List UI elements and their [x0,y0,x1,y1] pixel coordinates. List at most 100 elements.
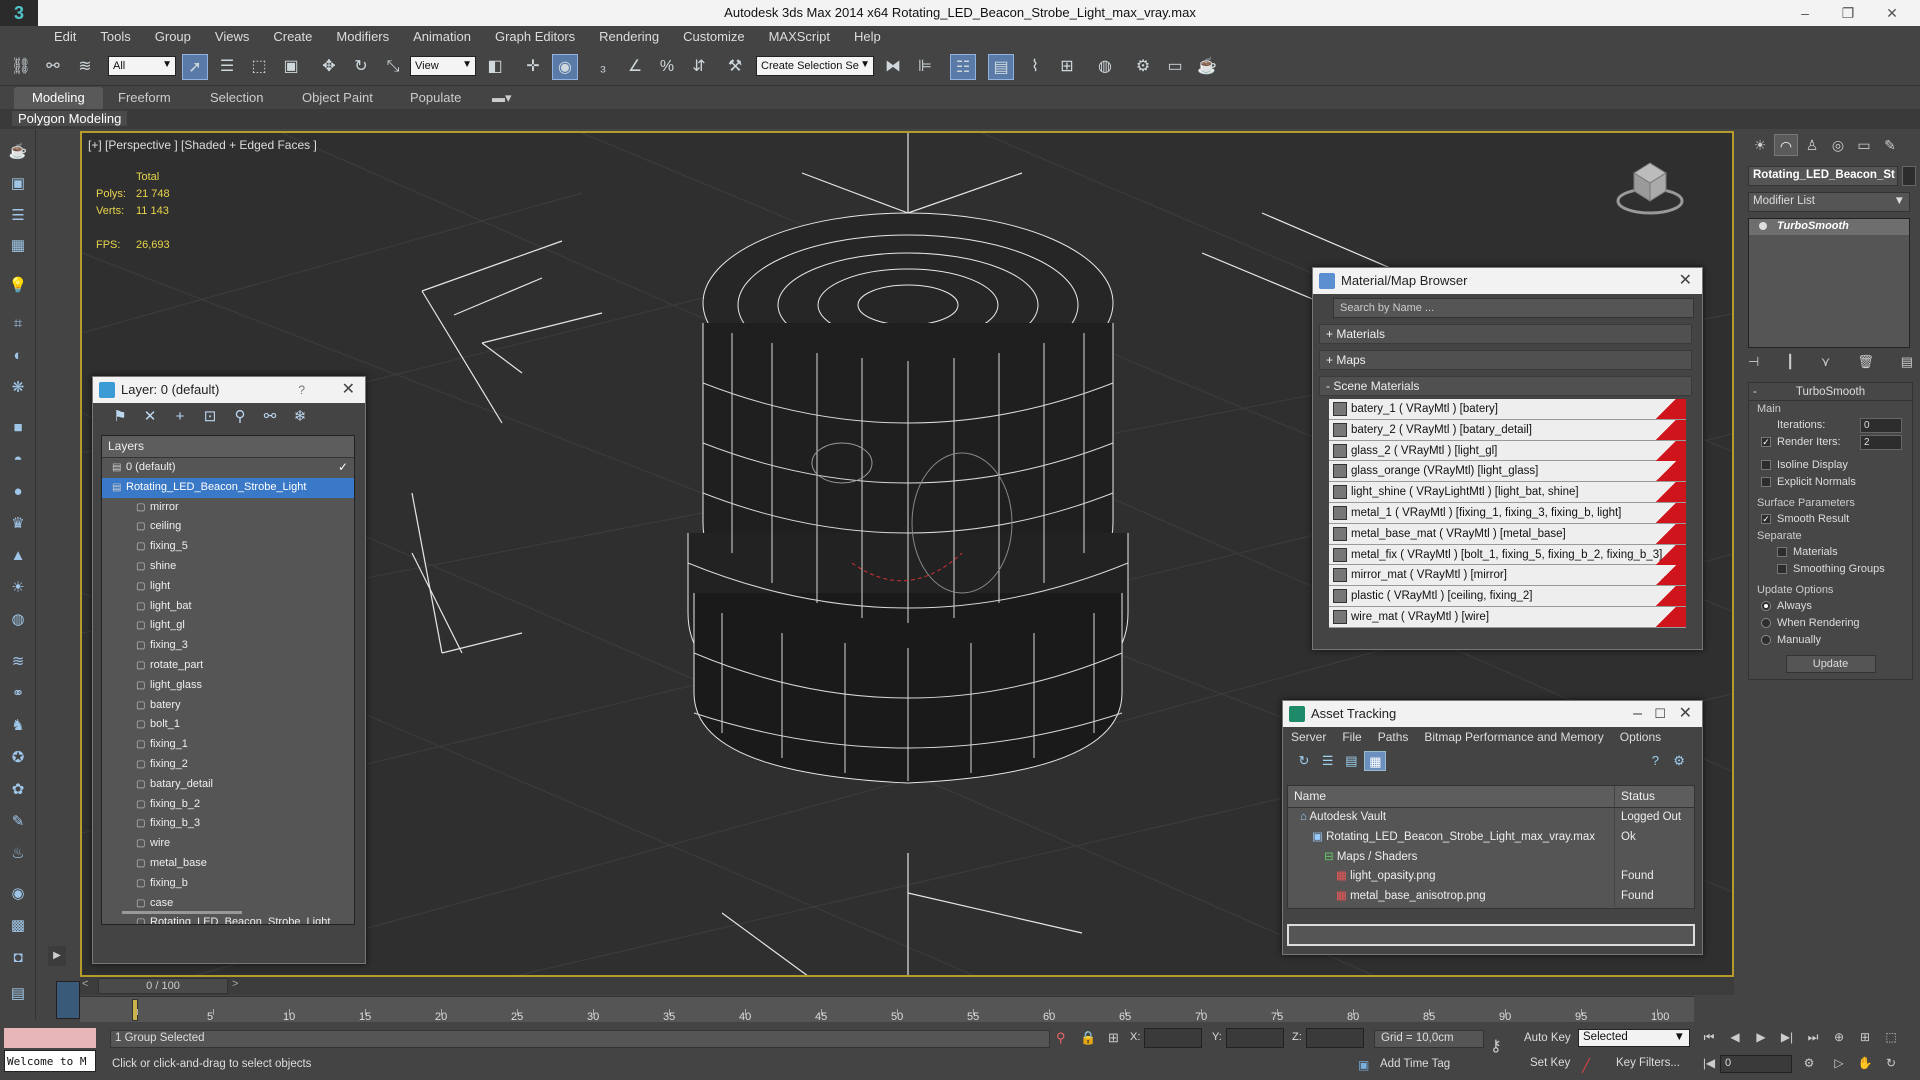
section-maps[interactable]: + Maps [1319,350,1692,370]
maxscript-listener-output[interactable] [4,1028,96,1048]
selection-lock-icon[interactable]: 🔒 [1080,1030,1096,1046]
menu-maxscript[interactable]: MAXScript [757,26,842,48]
menu-animation[interactable]: Animation [401,26,483,48]
hide-all-layers-icon[interactable]: ⚯ [255,403,285,431]
select-objects-in-layer-icon[interactable]: ⊡ [195,403,225,431]
zoom-all-icon[interactable]: ⊞ [1856,1030,1874,1048]
material-editor-icon[interactable]: ◍ [1092,54,1118,80]
ribbon-options-icon[interactable]: ▬▾ [482,90,522,106]
material-item[interactable]: metal_fix ( VRayMtl ) [bolt_1, fixing_5,… [1329,544,1686,566]
scene-explorer-icon[interactable]: ☰ [6,204,30,228]
sun-icon[interactable]: ☀ [6,576,30,600]
new-layer-icon[interactable]: ⚑ [105,403,135,431]
time-slider-prev-icon[interactable]: < [82,978,88,990]
select-manipulate-icon[interactable]: ✛ [520,54,546,80]
highlight-layer-icon[interactable]: ⚲ [225,403,255,431]
time-slider[interactable]: < 0 / 100 > [80,977,1734,995]
add-to-layer-icon[interactable]: + [165,403,195,431]
update-when-rendering-radio[interactable]: When Rendering [1749,615,1912,632]
separate-materials-option[interactable]: Materials [1749,544,1912,561]
box-icon[interactable]: ■ [6,416,30,440]
asset-menu-paths[interactable]: Paths [1378,730,1409,746]
layer-panel-titlebar[interactable]: Layer: 0 (default) ? ✕ [93,377,365,403]
previous-frame-icon[interactable]: ◀ [1726,1030,1744,1048]
crown-icon[interactable]: ♛ [6,512,30,536]
asset-row[interactable]: ▦ metal_base_anisotrop.png Found [1288,887,1694,907]
update-manually-radio[interactable]: Manually [1749,632,1912,649]
menu-create[interactable]: Create [261,26,324,48]
menu-rendering[interactable]: Rendering [587,26,671,48]
layer-row[interactable]: ▢ fixing_2 [102,755,354,775]
auto-key-button[interactable]: Auto Key [1524,1032,1571,1044]
reference-coordinate-dropdown[interactable]: View ▼ [410,56,476,76]
field-of-view-icon[interactable]: ▷ [1830,1056,1848,1074]
render-production-icon[interactable]: ☕ [1194,54,1220,80]
layer-row[interactable]: ▤ 0 (default) ✓ [102,458,354,478]
freeze-all-layers-icon[interactable]: ❄ [285,403,315,431]
update-always-radio[interactable]: Always [1749,598,1912,615]
layer-row[interactable]: ▢ metal_base [102,854,354,874]
hair-icon[interactable]: ✎ [6,810,30,834]
selection-filter-dropdown[interactable]: All ▼ [108,56,176,76]
window-crossing-icon[interactable]: ▣ [278,54,304,80]
tab-populate[interactable]: Populate [400,90,471,105]
show-end-result-icon[interactable]: ┃ [1786,354,1794,376]
asset-menu-file[interactable]: File [1342,730,1361,746]
plant-icon[interactable]: ✿ [6,778,30,802]
asset-row[interactable]: ⊟ Maps / Shaders [1288,847,1694,868]
select-by-name-icon[interactable]: ☰ [214,54,240,80]
light-bulb-icon[interactable]: 💡 [6,274,30,298]
key-selection-dropdown[interactable]: Selected ▼ [1578,1029,1690,1047]
add-time-tag-button[interactable]: Add Time Tag [1380,1058,1450,1070]
layer-row[interactable]: ▢ fixing_b_3 [102,814,354,834]
zoom-icon[interactable]: ⊕ [1830,1030,1848,1048]
tab-object-paint[interactable]: Object Paint [292,90,383,105]
create-tab-icon[interactable]: ☀ [1748,134,1772,156]
menu-edit[interactable]: Edit [42,26,88,48]
menu-group[interactable]: Group [143,26,203,48]
asset-row[interactable]: ▣ Rotating_LED_Beacon_Strobe_Light_max_v… [1288,827,1694,848]
render-iters-spinner[interactable]: 2 [1860,435,1902,450]
disc-icon[interactable]: ◍ [6,608,30,632]
smooth-result-option[interactable]: ✓ Smooth Result [1749,511,1912,528]
explicit-normals-option[interactable]: Explicit Normals [1749,474,1912,491]
scale-icon[interactable]: ⤡ [380,54,406,80]
next-frame-icon[interactable]: ▶| [1778,1030,1796,1048]
tab-selection[interactable]: Selection [200,90,273,105]
material-item[interactable]: batery_2 ( VRayMtl ) [batary_detail] [1329,419,1686,441]
orbit-icon[interactable]: ↻ [1882,1056,1900,1074]
asset-menu-bitmap[interactable]: Bitmap Performance and Memory [1424,730,1603,746]
material-item[interactable]: metal_base_mat ( VRayMtl ) [metal_base] [1329,523,1686,545]
bind-space-warp-icon[interactable]: ≋ [72,54,98,80]
select-object-icon[interactable]: ➚ [182,54,208,80]
grid-view-icon[interactable]: ▦ [1364,751,1387,771]
menu-views[interactable]: Views [203,26,261,48]
hierarchy-tab-icon[interactable]: ♙ [1800,134,1824,156]
cloth-icon[interactable]: ♨ [6,842,30,866]
set-key-icon[interactable]: ╱ [1582,1058,1590,1074]
viewport-label[interactable]: [+] [Perspective ] [Shaded + Edged Faces… [88,138,317,152]
layer-row[interactable]: ▢ wire [102,834,354,854]
snaps-toggle-icon[interactable]: ₃ [590,54,616,80]
close-material-browser-button[interactable]: ✕ [1679,268,1692,294]
camera-icon[interactable]: ⌗ [6,312,30,336]
menu-graph-editors[interactable]: Graph Editors [483,26,587,48]
material-item[interactable]: metal_1 ( VRayMtl ) [fixing_1, fixing_3,… [1329,502,1686,524]
layer-row[interactable]: ▢ fixing_b_2 [102,795,354,815]
time-slider-next-icon[interactable]: > [232,978,238,990]
layer-row[interactable]: ▢ batery [102,696,354,716]
layer-row[interactable]: ▢ fixing_1 [102,735,354,755]
grid-icon[interactable]: ▦ [6,234,30,258]
toggle-ribbon-icon[interactable]: ▤ [988,54,1014,80]
link-icon[interactable]: ⛓ [8,54,34,80]
asset-row[interactable]: ⌂ Autodesk Vault Logged Out [1288,808,1694,828]
asset-tracking-titlebar[interactable]: Asset Tracking – ☐ ✕ [1283,701,1702,727]
section-scene-materials[interactable]: - Scene Materials [1319,376,1692,396]
layer-row[interactable]: ▢ light [102,577,354,597]
render-setup-icon[interactable]: ⚙ [1130,54,1156,80]
unlink-icon[interactable]: ⚯ [40,54,66,80]
layer-row[interactable]: ▢ light_bat [102,597,354,617]
modify-tab-icon[interactable]: ◠ [1774,134,1798,156]
maxscript-mini-listener[interactable]: Welcome to M [4,1050,96,1072]
go-to-end-icon[interactable]: ⏭ [1804,1030,1822,1048]
